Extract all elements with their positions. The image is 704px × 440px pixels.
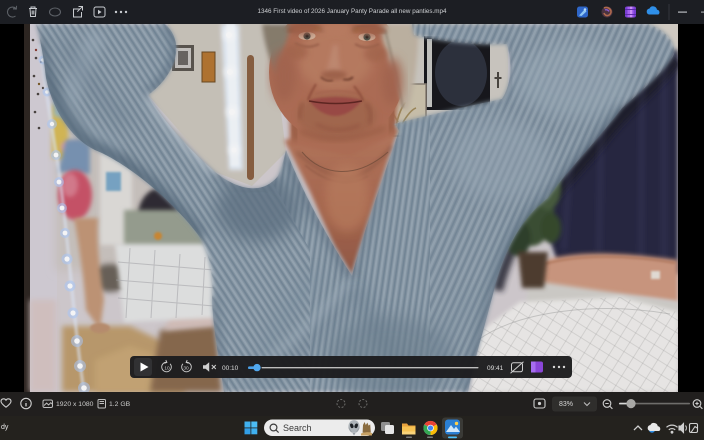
- svg-text:Search: Search: [283, 423, 312, 433]
- svg-text:00:10: 00:10: [222, 365, 239, 372]
- svg-text:1920 x 1080: 1920 x 1080: [56, 401, 94, 408]
- svg-text:30: 30: [183, 366, 189, 372]
- svg-text:83%: 83%: [559, 401, 573, 408]
- svg-text:09:41: 09:41: [487, 365, 504, 372]
- svg-text:10: 10: [164, 366, 170, 372]
- svg-text:1.2 GB: 1.2 GB: [109, 401, 131, 408]
